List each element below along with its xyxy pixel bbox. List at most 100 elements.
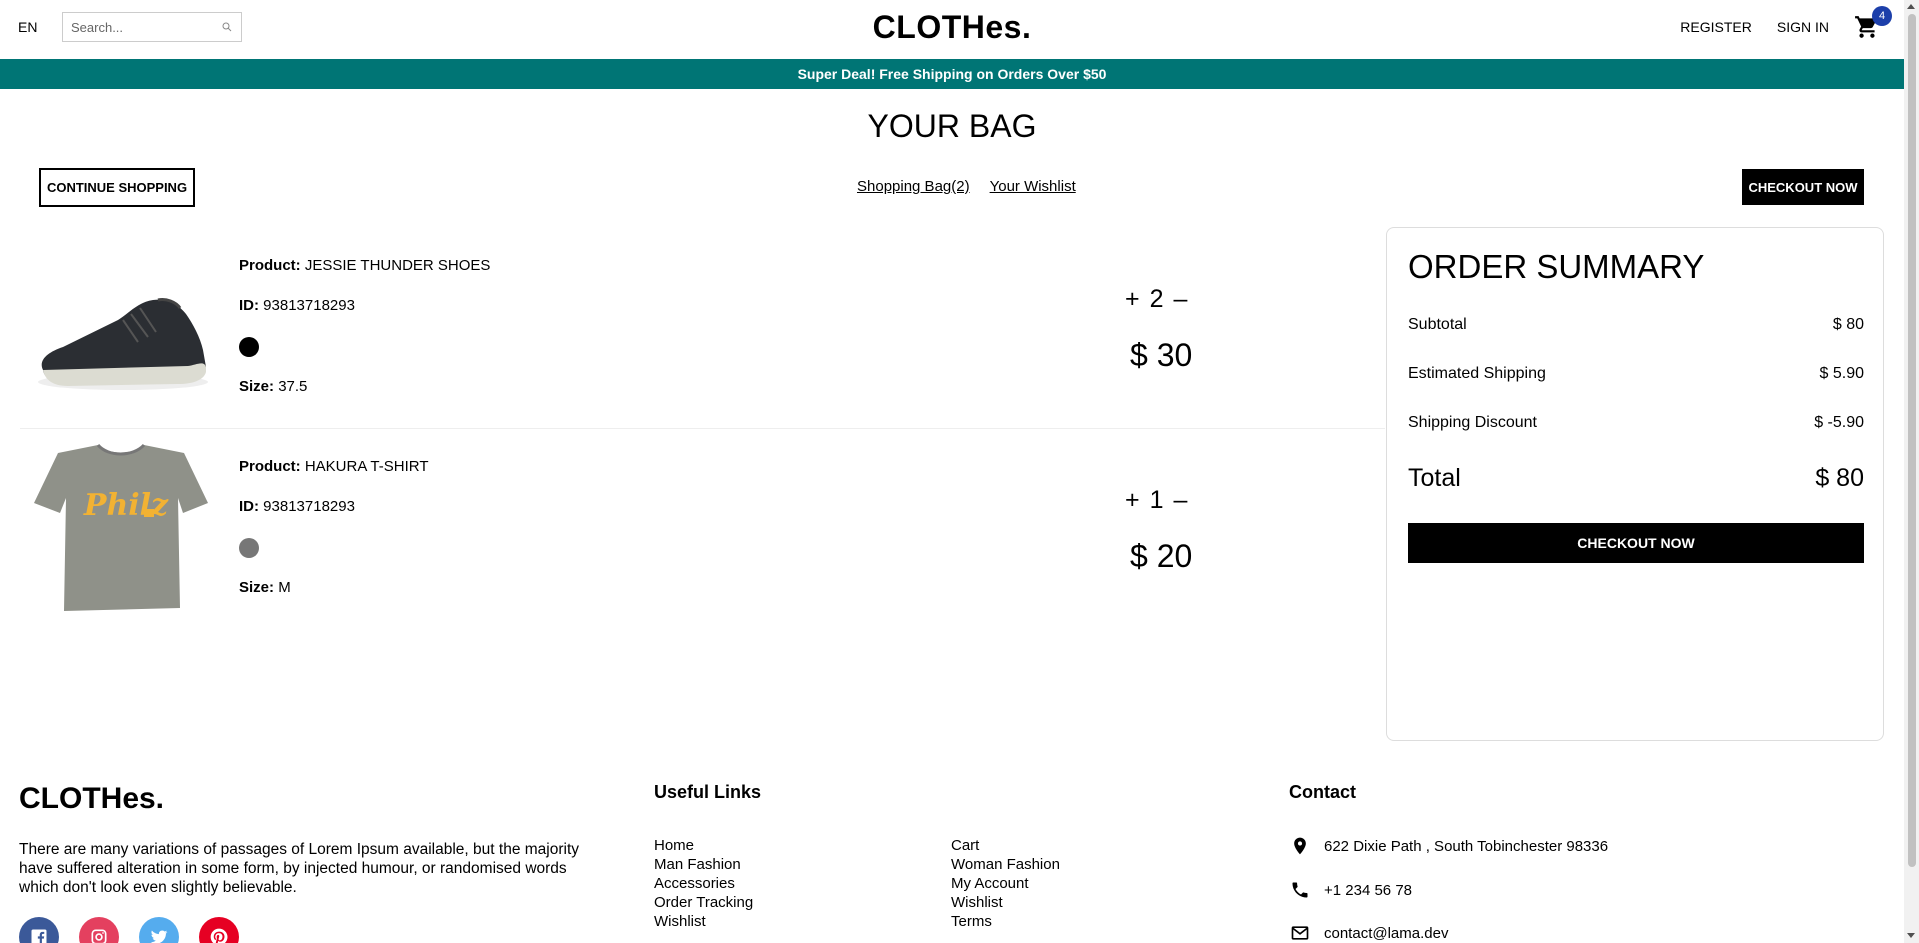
cart-item: Product: JESSIE THUNDER SHOES ID: 938137… <box>20 227 1385 427</box>
summary-row-total: Total $ 80 <box>1408 464 1864 493</box>
footer-link-order-tracking[interactable]: Order Tracking <box>654 893 753 912</box>
decrease-quantity-button[interactable]: – <box>1174 285 1188 314</box>
increase-quantity-button[interactable]: + <box>1125 285 1140 314</box>
twitter-icon <box>150 930 168 943</box>
navbar: EN CLOTHes. REGISTER SIGN IN 4 <box>0 0 1904 59</box>
footer-link-cart[interactable]: Cart <box>951 836 1060 855</box>
total-label: Total <box>1408 464 1461 492</box>
product-price: $ 20 <box>1130 538 1193 574</box>
total-value: $ 80 <box>1815 464 1864 492</box>
product-id: 93813718293 <box>263 297 355 314</box>
search-box[interactable] <box>62 12 242 42</box>
footer-link-wishlist-2[interactable]: Wishlist <box>951 893 1060 912</box>
product-size: 37.5 <box>278 378 308 395</box>
social-links <box>19 917 239 943</box>
register-link[interactable]: REGISTER <box>1680 19 1752 35</box>
cart-item: Philz Product: HAKURA T-SHIRT ID: 938137… <box>20 428 1385 628</box>
instagram-button[interactable] <box>79 917 119 943</box>
contact-title: Contact <box>1289 782 1356 802</box>
footer-links-col-2: Cart Woman Fashion My Account Wishlist T… <box>951 836 1060 931</box>
product-size: M <box>278 579 291 596</box>
twitter-button[interactable] <box>139 917 179 943</box>
site-logo[interactable]: CLOTHes. <box>873 9 1032 46</box>
svg-text:Philz: Philz <box>83 488 169 523</box>
product-label: Product: <box>239 458 301 475</box>
shopping-bag-link[interactable]: Shopping Bag(2) <box>857 178 970 195</box>
product-id-row: ID: 93813718293 <box>239 297 355 314</box>
quantity-value: 2 <box>1149 285 1164 313</box>
product-name: JESSIE THUNDER SHOES <box>304 257 491 274</box>
checkout-now-top-button[interactable]: CHECKOUT NOW <box>1742 169 1864 205</box>
scroll-down-arrow-icon[interactable] <box>1907 933 1915 938</box>
size-label: Size: <box>239 579 275 596</box>
useful-links-title: Useful Links <box>654 782 762 802</box>
id-label: ID: <box>239 297 259 314</box>
summary-value: $ 5.90 <box>1819 365 1864 382</box>
product-label: Product: <box>239 257 301 274</box>
scroll-up-arrow-icon[interactable] <box>1907 4 1915 9</box>
bag-links: Shopping Bag(2) Your Wishlist <box>857 178 1076 195</box>
summary-value: $ -5.90 <box>1814 414 1864 431</box>
footer-link-my-account[interactable]: My Account <box>951 874 1060 893</box>
address-text: 622 Dixie Path , South Tobinchester 9833… <box>1324 837 1609 855</box>
footer-link-woman-fashion[interactable]: Woman Fashion <box>951 855 1060 874</box>
search-icon[interactable] <box>221 20 233 34</box>
pinterest-button[interactable] <box>199 917 239 943</box>
product-name-row: Product: JESSIE THUNDER SHOES <box>239 257 490 274</box>
continue-shopping-button[interactable]: CONTINUE SHOPPING <box>39 168 195 207</box>
footer-link-man-fashion[interactable]: Man Fashion <box>654 855 753 874</box>
pinterest-icon <box>210 928 228 943</box>
language-selector[interactable]: EN <box>18 19 62 35</box>
summary-label: Shipping Discount <box>1408 414 1537 431</box>
summary-row-discount: Shipping Discount $ -5.90 <box>1408 414 1864 432</box>
product-id: 93813718293 <box>263 498 355 515</box>
footer-links-col-1: Home Man Fashion Accessories Order Track… <box>654 836 753 931</box>
size-label: Size: <box>239 378 275 395</box>
product-size-row: Size: 37.5 <box>239 378 307 395</box>
quantity-stepper: + 1 – <box>1125 486 1187 515</box>
quantity-stepper: + 2 – <box>1125 285 1187 314</box>
search-input[interactable] <box>71 19 221 35</box>
footer-link-wishlist[interactable]: Wishlist <box>654 912 753 931</box>
wishlist-link[interactable]: Your Wishlist <box>990 178 1076 195</box>
mail-icon <box>1291 926 1309 940</box>
product-image-tshirt[interactable]: Philz <box>28 443 214 618</box>
checkout-now-button[interactable]: CHECKOUT NOW <box>1408 523 1864 563</box>
page-title: YOUR BAG <box>867 108 1037 144</box>
facebook-icon <box>31 929 47 943</box>
summary-label: Subtotal <box>1408 316 1467 333</box>
cart-button[interactable]: 4 <box>1854 6 1892 40</box>
product-color-swatch <box>239 538 259 558</box>
sign-in-link[interactable]: SIGN IN <box>1777 19 1829 35</box>
phone-icon <box>1292 882 1308 898</box>
facebook-button[interactable] <box>19 917 59 943</box>
footer-description: There are many variations of passages of… <box>19 841 579 896</box>
navbar-left: EN <box>18 12 242 42</box>
contact-phone: +1 234 56 78 <box>1290 880 1412 900</box>
footer-link-terms[interactable]: Terms <box>951 912 1060 931</box>
product-name: HAKURA T-SHIRT <box>304 458 429 475</box>
summary-label: Estimated Shipping <box>1408 365 1546 382</box>
summary-row-subtotal: Subtotal $ 80 <box>1408 316 1864 334</box>
footer-link-home[interactable]: Home <box>654 836 753 855</box>
summary-row-shipping: Estimated Shipping $ 5.90 <box>1408 365 1864 383</box>
phone-text: +1 234 56 78 <box>1324 881 1413 899</box>
contact-email: contact@lama.dev <box>1290 923 1448 943</box>
increase-quantity-button[interactable]: + <box>1125 486 1140 515</box>
quantity-value: 1 <box>1149 486 1164 514</box>
email-text[interactable]: contact@lama.dev <box>1324 925 1448 942</box>
summary-value: $ 80 <box>1832 316 1864 333</box>
page-scrollbar[interactable] <box>1904 0 1919 943</box>
footer-logo[interactable]: CLOTHes. <box>19 782 164 816</box>
instagram-icon <box>91 929 107 943</box>
order-summary-title: ORDER SUMMARY <box>1408 248 1705 285</box>
scrollbar-thumb[interactable] <box>1908 14 1916 867</box>
footer-link-accessories[interactable]: Accessories <box>654 874 753 893</box>
product-id-row: ID: 93813718293 <box>239 498 355 515</box>
decrease-quantity-button[interactable]: – <box>1174 486 1188 515</box>
product-name-row: Product: HAKURA T-SHIRT <box>239 458 428 475</box>
order-summary: ORDER SUMMARY Subtotal $ 80 Estimated Sh… <box>1386 227 1884 741</box>
product-price: $ 30 <box>1130 337 1193 373</box>
product-image-shoe[interactable] <box>28 242 214 417</box>
product-size-row: Size: M <box>239 579 291 596</box>
